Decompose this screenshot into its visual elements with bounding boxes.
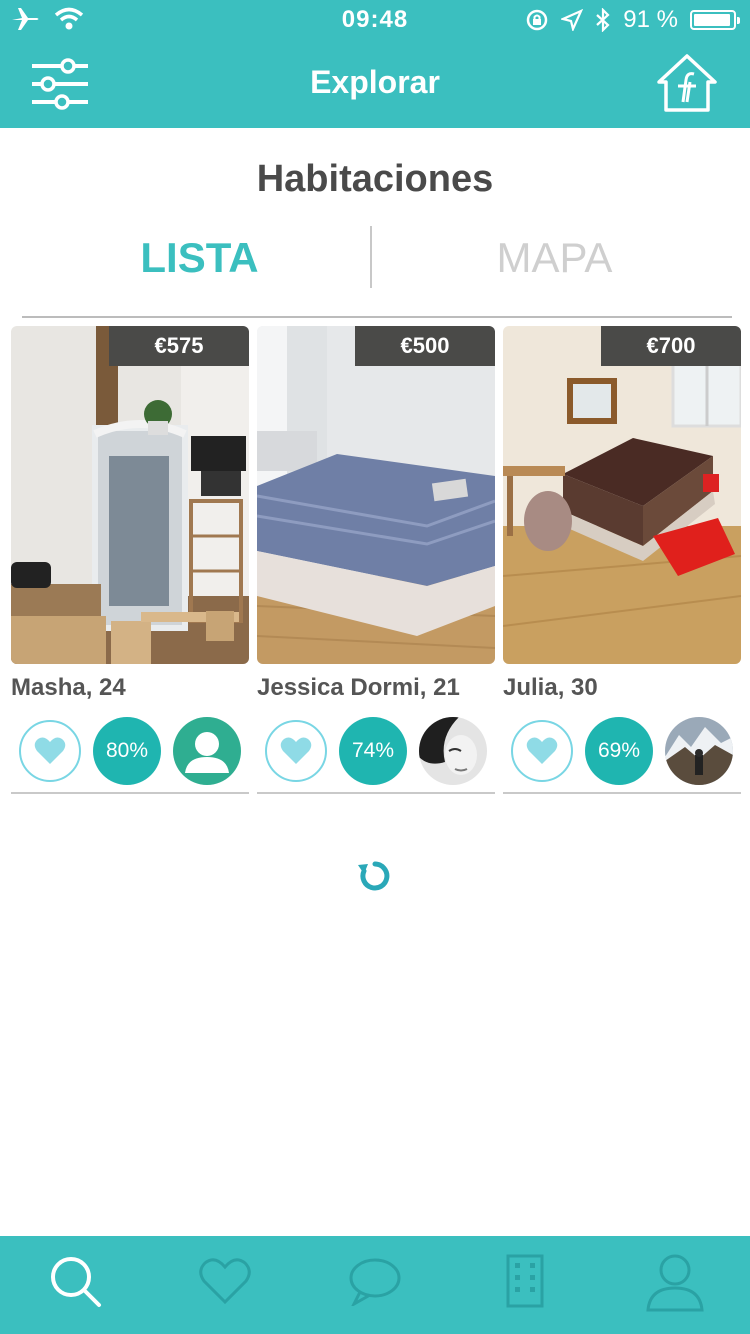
home-logo-button[interactable] — [654, 50, 720, 116]
card-actions: 80% — [11, 716, 249, 786]
price-tag: €700 — [601, 326, 741, 366]
chat-icon — [349, 1258, 401, 1306]
match-percent: 74% — [339, 717, 407, 785]
heart-icon — [34, 737, 66, 764]
nav-title: Explorar — [310, 64, 440, 100]
view-toggle: LISTA MAPA — [22, 226, 732, 318]
heart-icon — [526, 737, 558, 764]
refresh-button[interactable] — [355, 856, 395, 896]
refresh-icon — [358, 861, 390, 891]
bluetooth-icon — [596, 8, 610, 32]
building-icon — [506, 1254, 544, 1308]
search-icon — [51, 1257, 101, 1307]
tab-profile[interactable] — [640, 1246, 710, 1316]
battery-icon — [690, 10, 740, 30]
house-logo-icon — [657, 54, 717, 112]
heart-icon — [199, 1258, 251, 1305]
like-button[interactable] — [511, 720, 573, 782]
card-separator — [257, 792, 495, 794]
listing-card[interactable]: €575 Masha, 24 80% — [11, 326, 249, 794]
room-photo[interactable]: €500 — [257, 326, 495, 664]
location-icon — [561, 9, 584, 31]
tab-properties[interactable] — [490, 1246, 560, 1316]
heart-icon — [280, 737, 312, 764]
status-right: 91 % — [525, 6, 740, 34]
listing-card[interactable]: €500 Jessica Dormi, 21 74% — [257, 326, 495, 794]
host-name: Julia, 30 — [503, 674, 598, 701]
orientation-lock-icon — [527, 9, 548, 31]
host-name: Masha, 24 — [11, 674, 126, 701]
tab-favorites[interactable] — [190, 1246, 260, 1316]
section-title: Habitaciones — [256, 158, 494, 200]
status-bar: 09:48 91 % — [0, 0, 750, 40]
price-tag: €500 — [355, 326, 495, 366]
tab-search[interactable] — [40, 1246, 110, 1316]
card-separator — [503, 792, 741, 794]
like-button[interactable] — [265, 720, 327, 782]
tab-bar — [0, 1236, 750, 1334]
tab-messages[interactable] — [340, 1246, 410, 1316]
room-photo[interactable]: €575 — [11, 326, 249, 664]
battery-percent: 91 % — [623, 6, 678, 33]
host-avatar[interactable] — [665, 717, 733, 785]
nav-bar: Explorar — [0, 40, 750, 128]
tab-map[interactable]: MAPA — [377, 234, 732, 282]
listing-card[interactable]: €700 Julia, 30 69% — [503, 326, 741, 794]
tab-list[interactable]: LISTA — [22, 234, 377, 282]
host-avatar[interactable] — [173, 717, 241, 785]
card-separator — [11, 792, 249, 794]
host-name: Jessica Dormi, 21 — [257, 674, 460, 701]
match-percent: 80% — [93, 717, 161, 785]
price-tag: €575 — [109, 326, 249, 366]
card-actions: 69% — [503, 716, 741, 786]
toggle-divider — [370, 226, 372, 288]
card-actions: 74% — [257, 716, 495, 786]
host-avatar[interactable] — [419, 717, 487, 785]
profile-icon — [646, 1254, 704, 1312]
match-percent: 69% — [585, 717, 653, 785]
like-button[interactable] — [19, 720, 81, 782]
room-photo[interactable]: €700 — [503, 326, 741, 664]
